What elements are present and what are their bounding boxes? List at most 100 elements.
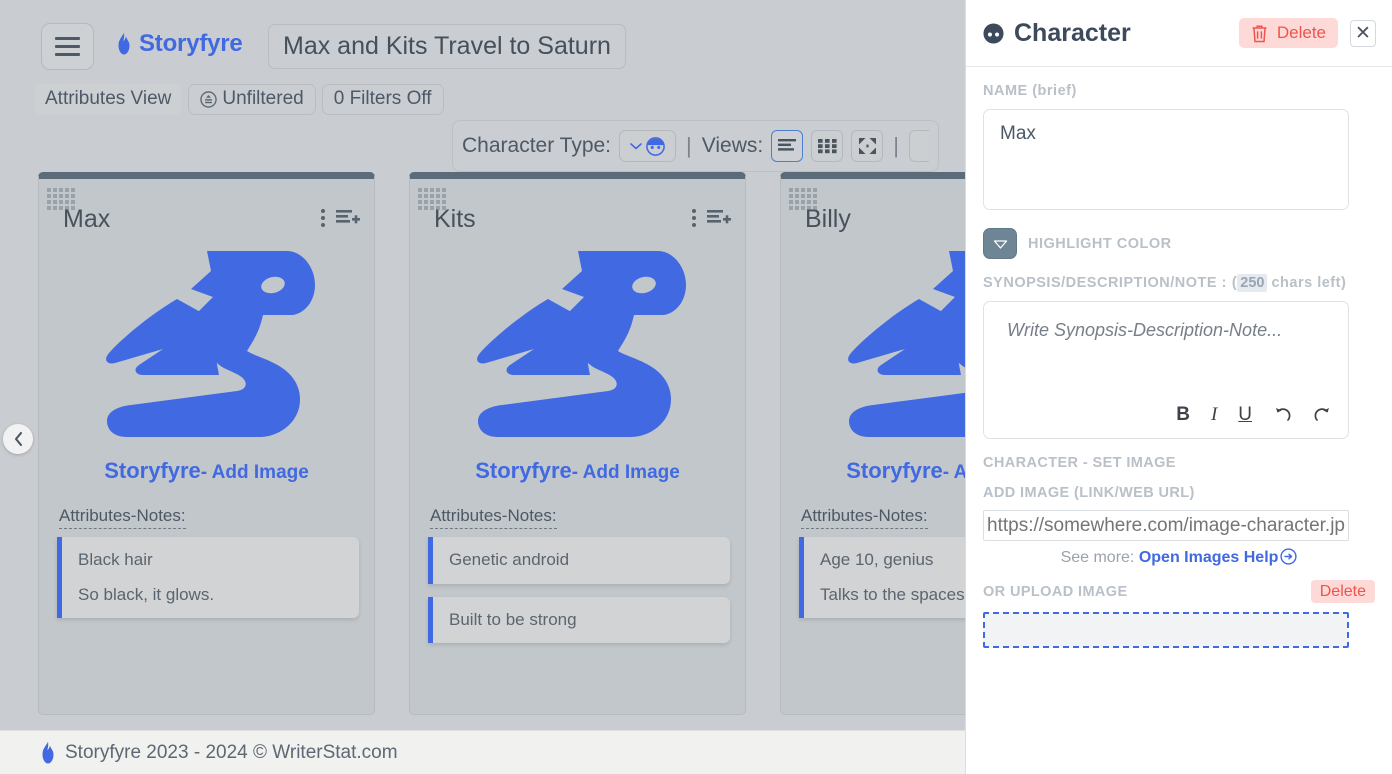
add-note-icon[interactable] (707, 209, 731, 227)
placeholder-brand: Storyfyre (846, 458, 943, 483)
arrow-right-circle-icon[interactable] (1280, 548, 1297, 565)
notes-header: Attributes-Notes: (59, 506, 186, 529)
filter-icon (200, 91, 217, 108)
highlight-color-row: HIGHLIGHT COLOR (983, 228, 1375, 259)
view-mode-chip[interactable]: Attributes View (34, 84, 182, 115)
character-face-icon (982, 22, 1005, 45)
footer-text: Storyfyre 2023 - 2024 © WriterStat.com (65, 742, 398, 764)
brand-logo[interactable]: Storyfyre (116, 30, 243, 58)
card-title: Max (63, 205, 110, 234)
views-label: Views: (702, 134, 763, 158)
card-title: Kits (434, 205, 476, 234)
delete-character-button[interactable]: Delete (1239, 18, 1338, 48)
card-title: Billy (805, 205, 851, 234)
panel-title: Character (1014, 19, 1131, 48)
upload-image-row: OR UPLOAD IMAGE Delete (983, 580, 1375, 603)
notes-header: Attributes-Notes: (801, 506, 928, 529)
prev-page-button[interactable] (3, 424, 33, 454)
synopsis-placeholder: Write Synopsis-Description-Note... (1007, 320, 1282, 341)
delete-image-button[interactable]: Delete (1311, 580, 1375, 603)
panel-body: NAME (brief) HIGHLIGHT COLOR SYNOPSIS/DE… (966, 67, 1392, 648)
note-card[interactable]: Genetic android (428, 537, 730, 584)
italic-button[interactable]: I (1211, 404, 1217, 426)
collapse-arrows-icon (858, 137, 877, 155)
flame-icon (40, 742, 56, 764)
synopsis-label: SYNOPSIS/DESCRIPTION/NOTE : (983, 275, 1227, 291)
delete-button-label: Delete (1277, 23, 1326, 43)
see-more-row: See more: Open Images Help (983, 548, 1375, 567)
underline-button[interactable]: U (1238, 404, 1252, 426)
collapse-view-button[interactable] (851, 130, 883, 162)
toolbar-divider-2: | (891, 133, 901, 159)
notes-list: Black hair So black, it glows. (57, 537, 359, 618)
card-image-placeholder[interactable]: Storyfyre- Add Image (39, 241, 374, 484)
character-card[interactable]: Max (38, 172, 375, 715)
note-line: Black hair (78, 551, 343, 570)
hamburger-icon[interactable] (41, 23, 94, 70)
storyfyre-dragon-logo-icon (87, 241, 327, 456)
character-face-icon (645, 136, 666, 157)
chevron-down-icon (630, 142, 642, 150)
note-line: So black, it glows. (78, 586, 343, 605)
see-more-prefix: See more: (1061, 549, 1139, 566)
chevron-left-icon (12, 431, 25, 447)
image-dropzone[interactable] (983, 612, 1349, 648)
placeholder-brand: Storyfyre (104, 458, 201, 483)
image-placeholder-caption: Storyfyre- Add Image (475, 458, 680, 484)
card-actions (692, 209, 731, 227)
note-line: Genetic android (449, 551, 714, 570)
character-type-select[interactable] (619, 130, 676, 162)
add-note-icon[interactable] (336, 209, 360, 227)
set-image-section-label: CHARACTER - SET IMAGE (983, 455, 1375, 471)
redo-icon[interactable] (1313, 406, 1332, 424)
bold-button[interactable]: B (1176, 404, 1190, 426)
filter-chip[interactable]: Unfiltered (188, 84, 315, 115)
list-view-button[interactable] (771, 130, 803, 162)
more-options-icon[interactable] (692, 209, 696, 227)
toolbar-overflow-button[interactable] (909, 130, 929, 162)
filters-status-chip[interactable]: 0 Filters Off (322, 84, 444, 115)
character-type-label: Character Type: (462, 134, 611, 158)
trash-icon (1251, 24, 1268, 43)
storyfyre-dragon-logo-icon (458, 241, 698, 456)
document-title[interactable]: Max and Kits Travel to Saturn (268, 24, 626, 69)
placeholder-action: - Add Image (201, 462, 309, 483)
highlight-color-swatch[interactable] (983, 228, 1017, 259)
upload-image-label: OR UPLOAD IMAGE (983, 584, 1128, 600)
synopsis-chars-count: 250 (1237, 274, 1267, 292)
image-placeholder-caption: Storyfyre- Add Image (104, 458, 309, 484)
notes-header: Attributes-Notes: (430, 506, 557, 529)
filter-chip-label: Unfiltered (222, 88, 303, 110)
image-url-input[interactable] (983, 510, 1349, 541)
grid-view-button[interactable] (811, 130, 843, 162)
brand-name: Storyfyre (139, 30, 243, 58)
highlight-color-label: HIGHLIGHT COLOR (1028, 236, 1172, 252)
name-input[interactable] (983, 109, 1349, 210)
open-images-help-link[interactable]: Open Images Help (1139, 549, 1279, 566)
close-icon[interactable]: ✕ (1350, 20, 1376, 47)
add-image-label: ADD IMAGE (LINK/WEB URL) (983, 485, 1375, 501)
placeholder-brand: Storyfyre (475, 458, 572, 483)
character-cards-row: Max (38, 172, 1117, 715)
flame-icon (116, 33, 132, 55)
note-card[interactable]: Black hair So black, it glows. (57, 537, 359, 618)
note-card[interactable]: Built to be strong (428, 597, 730, 644)
card-image-placeholder[interactable]: Storyfyre- Add Image (410, 241, 745, 484)
app-root: Storyfyre Max and Kits Travel to Saturn … (0, 0, 1392, 774)
placeholder-action: - Add Image (572, 462, 680, 483)
note-line: Built to be strong (449, 611, 714, 630)
undo-icon[interactable] (1273, 406, 1292, 424)
grid-icon (818, 138, 837, 154)
hamburger-line (55, 53, 80, 56)
character-card[interactable]: Kits (409, 172, 746, 715)
triangle-down-icon (993, 239, 1008, 249)
synopsis-label-row: SYNOPSIS/DESCRIPTION/NOTE : ( 250 chars … (983, 274, 1375, 292)
toolbar-divider: | (684, 133, 694, 159)
synopsis-textarea[interactable]: Write Synopsis-Description-Note... B I U (983, 301, 1349, 439)
hamburger-line (55, 37, 80, 40)
name-field-label: NAME (brief) (983, 83, 1375, 99)
character-detail-panel: Character Delete ✕ NAME (brief) (965, 0, 1392, 774)
synopsis-chars-suffix: chars left) (1271, 275, 1346, 291)
rich-text-toolbar: B I U (1176, 404, 1332, 426)
more-options-icon[interactable] (321, 209, 325, 227)
